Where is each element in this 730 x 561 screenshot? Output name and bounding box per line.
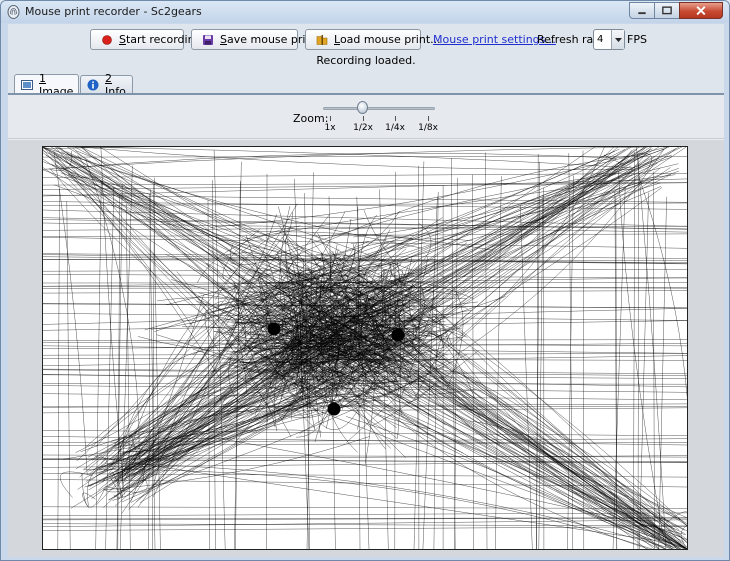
info-icon: [87, 79, 99, 91]
record-icon: [101, 34, 113, 46]
tab-image-mnemonic: 1: [39, 71, 46, 85]
load-mouse-print-button[interactable]: Load mouse print...: [305, 29, 441, 50]
mouse-trail-drawing: [42, 136, 691, 550]
zoom-tick: [330, 116, 331, 121]
mouse-trail-lines: [42, 136, 691, 550]
refresh-rate-select[interactable]: 4: [593, 29, 625, 50]
status-message: Recording loaded.: [316, 54, 416, 67]
zoom-tick: [363, 116, 364, 121]
zoom-tick-label-quarter: 1/4x: [385, 123, 405, 133]
load-mouse-print-label: oad mouse print...: [339, 33, 441, 46]
zoom-label: Zoom:: [293, 112, 329, 125]
tab-bar: 1 Image 2 Info: [8, 71, 724, 98]
save-mouse-print-button[interactable]: Save mouse print: [191, 29, 317, 50]
dropdown-arrow-button[interactable]: [611, 30, 624, 49]
zoom-slider-thumb[interactable]: [357, 101, 368, 114]
fps-label: FPS: [627, 33, 647, 46]
toolbar: Start recording Save mouse print Load mo…: [8, 24, 724, 74]
start-recording-mnemonic: S: [119, 33, 126, 46]
canvas-scroll-area[interactable]: [8, 136, 724, 557]
zoom-tick-label-eighth: 1/8x: [418, 123, 438, 133]
maximize-button[interactable]: [654, 2, 680, 19]
image-icon: [21, 79, 33, 91]
title-bar[interactable]: Mouse print recorder - Sc2gears: [1, 1, 729, 23]
start-recording-button[interactable]: Start recording: [90, 29, 202, 50]
zoom-tick: [395, 116, 396, 121]
minimize-button[interactable]: [629, 2, 655, 19]
folder-icon: [316, 34, 328, 46]
app-window: Mouse print recorder - Sc2gears Start re…: [0, 0, 730, 561]
save-mouse-print-mnemonic: S: [220, 33, 227, 46]
minimize-icon: [638, 12, 646, 15]
zoom-slider-track[interactable]: [323, 107, 435, 110]
zoom-tick-label-1x: 1x: [324, 123, 336, 133]
click-point: [391, 328, 405, 342]
mouse-print-canvas: [42, 136, 691, 550]
close-button[interactable]: [679, 2, 723, 19]
tab-image[interactable]: 1 Image: [14, 71, 79, 98]
click-point: [267, 322, 281, 336]
zoom-tick-label-half: 1/2x: [353, 123, 373, 133]
maximize-icon: [662, 6, 672, 15]
tab-info[interactable]: 2 Info: [80, 72, 133, 98]
client-area: Start recording Save mouse print Load mo…: [8, 24, 724, 557]
close-icon: [696, 6, 706, 16]
click-point: [327, 402, 341, 416]
save-mouse-print-label: ave mouse print: [226, 33, 317, 46]
chevron-down-icon: [615, 38, 622, 42]
fingerprint-icon: [7, 5, 20, 19]
floppy-disk-icon: [202, 34, 214, 46]
window-title: Mouse print recorder - Sc2gears: [25, 5, 202, 18]
zoom-tick: [428, 116, 429, 121]
refresh-rate-value: 4: [597, 34, 604, 45]
tab-info-mnemonic: 2: [105, 72, 112, 85]
zoom-panel: Zoom: 1x 1/2x 1/4x 1/8x: [8, 95, 724, 139]
